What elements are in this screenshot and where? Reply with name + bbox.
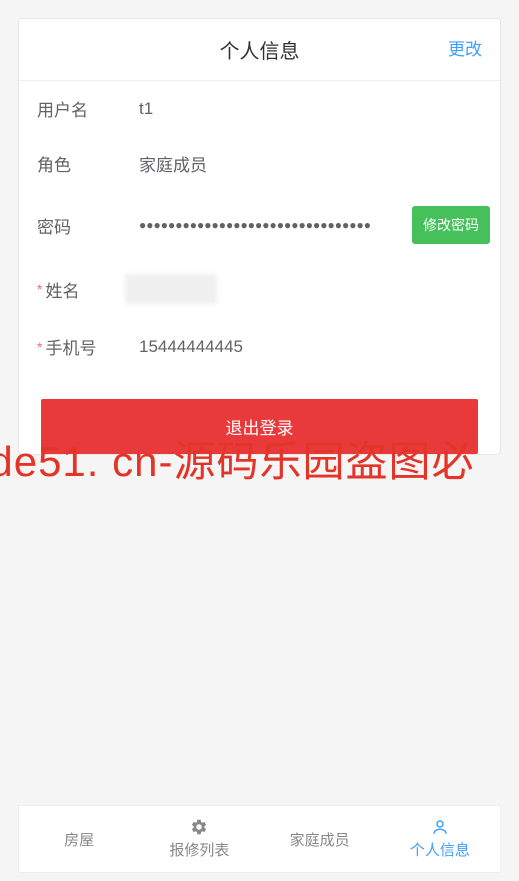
username-value: t1 (139, 99, 490, 119)
edit-button[interactable]: 更改 (448, 35, 482, 60)
tab-profile[interactable]: 个人信息 (380, 806, 500, 872)
tab-house-label: 房屋 (64, 829, 94, 850)
required-mark: * (37, 339, 42, 355)
password-value: ●●●●●●●●●●●●●●●●●●●●●●●●●●●●●●●● 修改密码 (139, 206, 490, 244)
person-icon (431, 818, 449, 836)
tab-profile-label: 个人信息 (410, 839, 470, 860)
role-value: 家庭成员 (139, 151, 490, 176)
name-blurred (125, 274, 217, 304)
header: 个人信息 更改 (19, 19, 500, 81)
phone-label: *手机号 (29, 334, 139, 359)
page-title: 个人信息 (220, 41, 300, 63)
password-label: 密码 (29, 213, 139, 238)
profile-form: 用户名 t1 角色 家庭成员 密码 ●●●●●●●●●●●●●●●●●●●●●●… (19, 81, 500, 374)
gear-icon (190, 818, 208, 836)
phone-value: 15444444445 (139, 337, 490, 357)
change-password-button[interactable]: 修改密码 (412, 206, 490, 244)
tab-family-label: 家庭成员 (290, 829, 350, 850)
role-row: 角色 家庭成员 (29, 136, 490, 191)
username-label: 用户名 (29, 96, 139, 121)
required-mark: * (37, 281, 42, 297)
tab-repair[interactable]: 报修列表 (139, 806, 259, 872)
role-label: 角色 (29, 151, 139, 176)
logout-button[interactable]: 退出登录 (41, 399, 478, 454)
profile-card: 个人信息 更改 用户名 t1 角色 家庭成员 密码 ●●●●●●●●●●●●●●… (18, 18, 501, 455)
tab-house[interactable]: 房屋 (19, 806, 139, 872)
password-mask: ●●●●●●●●●●●●●●●●●●●●●●●●●●●●●●●● (139, 218, 412, 232)
name-label: *姓名 (29, 277, 139, 302)
name-value (139, 274, 490, 304)
phone-row: *手机号 15444444445 (29, 319, 490, 374)
password-row: 密码 ●●●●●●●●●●●●●●●●●●●●●●●●●●●●●●●● 修改密码 (29, 191, 490, 259)
tab-repair-label: 报修列表 (169, 839, 229, 860)
tab-family[interactable]: 家庭成员 (260, 806, 380, 872)
username-row: 用户名 t1 (29, 81, 490, 136)
name-row: *姓名 (29, 259, 490, 319)
